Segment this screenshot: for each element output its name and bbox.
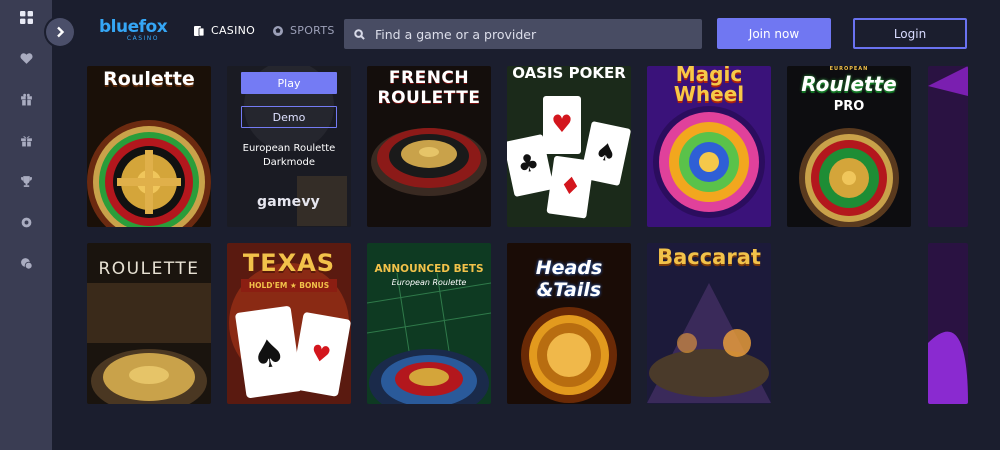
game-tile-european-roulette-pro[interactable]: EUROPEAN Roulette PRO: [787, 66, 911, 227]
app-root: bluefox CASINO CASINO SPORTS Join now Lo…: [0, 0, 1000, 450]
heart-icon[interactable]: [13, 45, 39, 71]
chevron-right-icon: [57, 26, 65, 38]
game-hover-overlay: Play Demo European Roulette Darkmode gam…: [227, 66, 351, 227]
gift-icon[interactable]: [13, 127, 39, 153]
game-tile-baccarat[interactable]: Baccarat: [647, 243, 771, 404]
game-title: OASIS POKER: [512, 66, 626, 82]
login-button[interactable]: Login: [853, 18, 967, 49]
chat-icon[interactable]: [13, 250, 39, 276]
game-tile-magic-wheel[interactable]: Magic Wheel: [647, 66, 771, 227]
game-title-line2: &Tails: [536, 279, 602, 301]
ball-icon: [273, 25, 283, 36]
demo-button[interactable]: Demo: [241, 106, 337, 128]
game-title: European Roulette Darkmode: [242, 143, 336, 168]
game-title: Heads &Tails: [507, 257, 631, 301]
search-bar[interactable]: [344, 19, 702, 49]
play-button[interactable]: Play: [241, 72, 337, 94]
game-title-line1: Heads: [535, 257, 603, 279]
svg-text:♦: ♦: [558, 171, 583, 202]
svg-text:♥: ♥: [551, 110, 573, 138]
game-subtitle: European Roulette: [391, 278, 467, 287]
game-title: Baccarat: [657, 245, 761, 269]
game-tile-french-roulette[interactable]: FRENCH ROULETTE: [367, 66, 491, 227]
search-input[interactable]: [375, 26, 695, 42]
sidebar-toggle-button[interactable]: [46, 18, 74, 46]
game-tile-texas-holdem-bonus[interactable]: ♥ ♠ TEXAS HOLD'EM ★ BONUS: [227, 243, 351, 404]
nav-casino[interactable]: CASINO: [193, 24, 255, 37]
search-icon: [354, 28, 365, 40]
game-tile-oasis-poker[interactable]: ♣ ♥ ♠ ♦ OASIS POKER: [507, 66, 631, 227]
game-grid: Roulette Play Demo European Roulette Dar…: [52, 66, 1000, 450]
svg-text:♠: ♠: [249, 330, 289, 378]
game-title: FRENCH ROULETTE: [377, 68, 481, 108]
nav-sports[interactable]: SPORTS: [272, 24, 335, 37]
grid-icon[interactable]: [13, 4, 39, 30]
game-title-line2: Roulette: [801, 72, 897, 96]
game-title: ROULETTE: [98, 259, 200, 279]
header: bluefox CASINO CASINO SPORTS Join now Lo…: [52, 0, 1000, 66]
gift-box-icon[interactable]: [13, 86, 39, 112]
casino-icon: [194, 25, 205, 36]
game-tile-partial-2[interactable]: [928, 243, 968, 404]
game-title-line3: PRO: [833, 99, 865, 114]
game-tile-partial[interactable]: [928, 66, 968, 227]
game-tile-announced-bets[interactable]: ANNOUNCED BETS European Roulette: [367, 243, 491, 404]
game-tile-roulette-classic[interactable]: ROULETTE: [87, 243, 211, 404]
game-tile-heads-and-tails[interactable]: Heads &Tails: [507, 243, 631, 404]
logo-text: bluefox: [99, 17, 168, 37]
sidebar: [0, 0, 52, 450]
game-title: Roulette: [103, 68, 195, 90]
game-title-line2: Wheel: [673, 82, 745, 106]
game-provider: gamevy: [257, 194, 321, 210]
trophy-icon[interactable]: [13, 168, 39, 194]
game-tile-roulette[interactable]: Roulette: [87, 66, 211, 227]
join-now-button[interactable]: Join now: [717, 18, 831, 49]
game-subtitle: HOLD'EM ★ BONUS: [241, 279, 337, 292]
nav-sports-label: SPORTS: [290, 24, 335, 37]
game-tile-european-roulette-darkmode[interactable]: Play Demo European Roulette Darkmode gam…: [227, 66, 351, 227]
nav-casino-label: CASINO: [211, 24, 256, 37]
game-title: TEXAS: [242, 249, 336, 277]
logo[interactable]: bluefox CASINO: [99, 18, 169, 48]
settings-icon[interactable]: [13, 209, 39, 235]
game-title: Magic Wheel: [647, 66, 771, 104]
game-title: ANNOUNCED BETS: [374, 263, 484, 275]
